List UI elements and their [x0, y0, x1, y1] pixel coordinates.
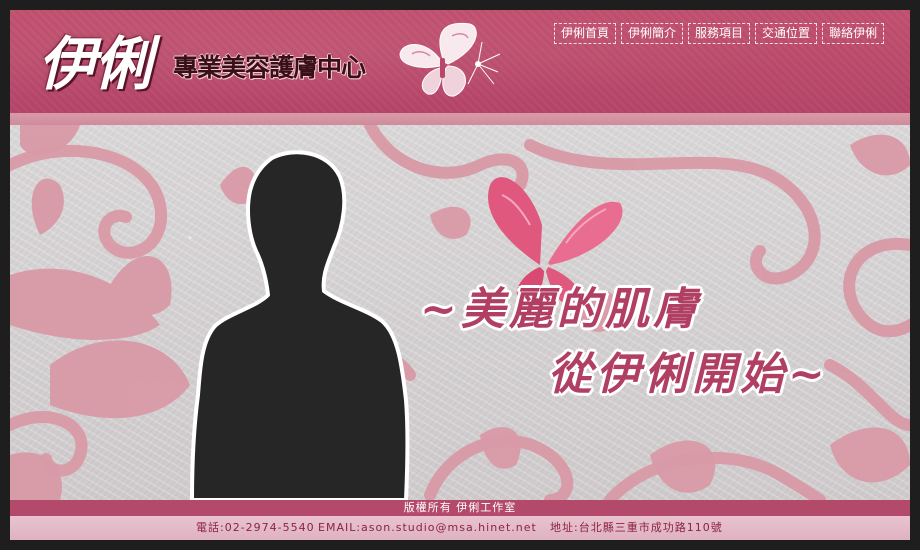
- tagline-line2: 從伊俐開始~: [548, 349, 829, 400]
- tagline-line1: ~美麗的肌膚: [420, 284, 701, 335]
- footer-address: 地址:台北縣三重市成功路110號: [550, 521, 723, 534]
- nav-home[interactable]: 伊俐首頁: [554, 23, 617, 44]
- page-frame: 伊俐 專業美容護膚中心 伊俐首頁 伊俐簡介 服務項目 交通位置 聯絡伊俐 ~美麗…: [10, 10, 910, 540]
- butterfly-icon: [399, 22, 501, 97]
- footer-copyright: 版權所有 伊俐工作室: [10, 500, 910, 516]
- nav-about[interactable]: 伊俐簡介: [621, 23, 684, 44]
- banner: ~美麗的肌膚 從伊俐開始~: [10, 125, 910, 500]
- nav-contact[interactable]: 聯絡伊俐: [822, 23, 885, 44]
- logo-subtitle: 專業美容護膚中心: [173, 53, 366, 82]
- main-nav: 伊俐首頁 伊俐簡介 服務項目 交通位置 聯絡伊俐: [554, 23, 885, 45]
- footer-phone: 電話:02-2974-5540: [196, 521, 315, 534]
- footer-email[interactable]: EMAIL:ason.studio@msa.hinet.net: [318, 516, 537, 540]
- nav-location[interactable]: 交通位置: [755, 23, 818, 44]
- woman-silhouette: [190, 150, 410, 500]
- logo-title[interactable]: 伊俐: [38, 34, 152, 94]
- nav-services[interactable]: 服務項目: [688, 23, 751, 44]
- footer-contact: 電話:02-2974-5540 EMAIL:ason.studio@msa.hi…: [10, 516, 910, 540]
- header: 伊俐 專業美容護膚中心 伊俐首頁 伊俐簡介 服務項目 交通位置 聯絡伊俐: [10, 10, 910, 113]
- header-divider: [10, 113, 910, 125]
